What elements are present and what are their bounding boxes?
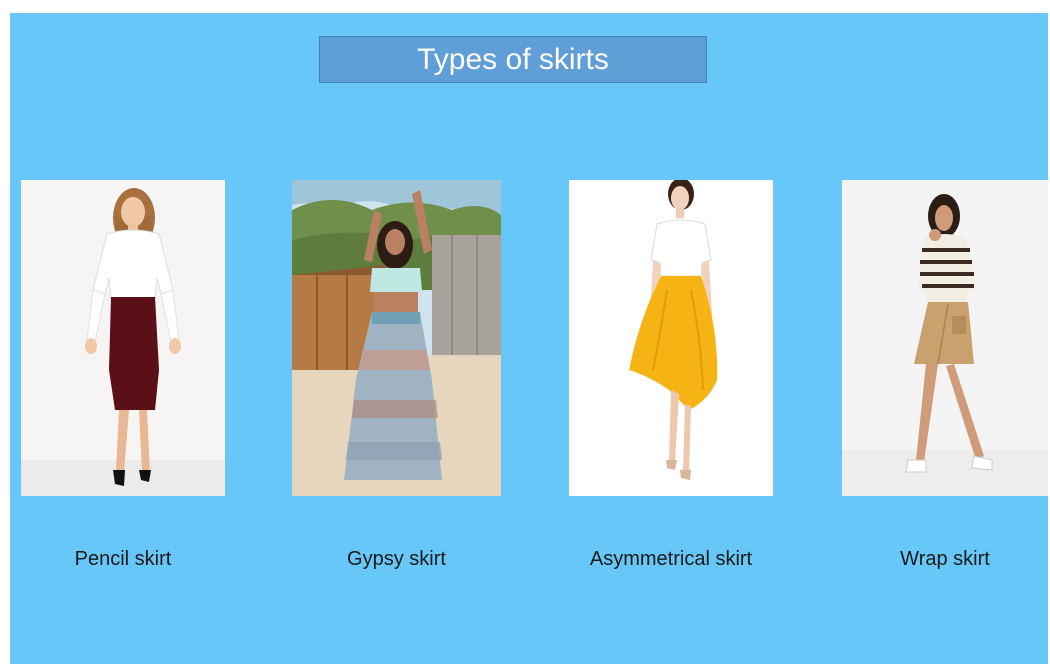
caption-gypsy-skirt: Gypsy skirt	[347, 548, 446, 570]
slide-title: Types of skirts	[417, 42, 609, 76]
gypsy-skirt-photo	[292, 180, 501, 496]
slide-title-box: Types of skirts	[319, 36, 707, 83]
caption-pencil-skirt: Pencil skirt	[74, 548, 172, 570]
caption-asymmetrical-skirt: Asymmetrical skirt	[589, 548, 753, 570]
wrap-skirt-photo	[842, 180, 1048, 496]
pencil-skirt-photo	[21, 180, 225, 496]
asymmetrical-skirt-photo	[569, 180, 773, 496]
slide: Types of skirts Pencil skirt Gypsy skirt…	[10, 13, 1048, 664]
caption-wrap-skirt: Wrap skirt	[900, 548, 990, 570]
